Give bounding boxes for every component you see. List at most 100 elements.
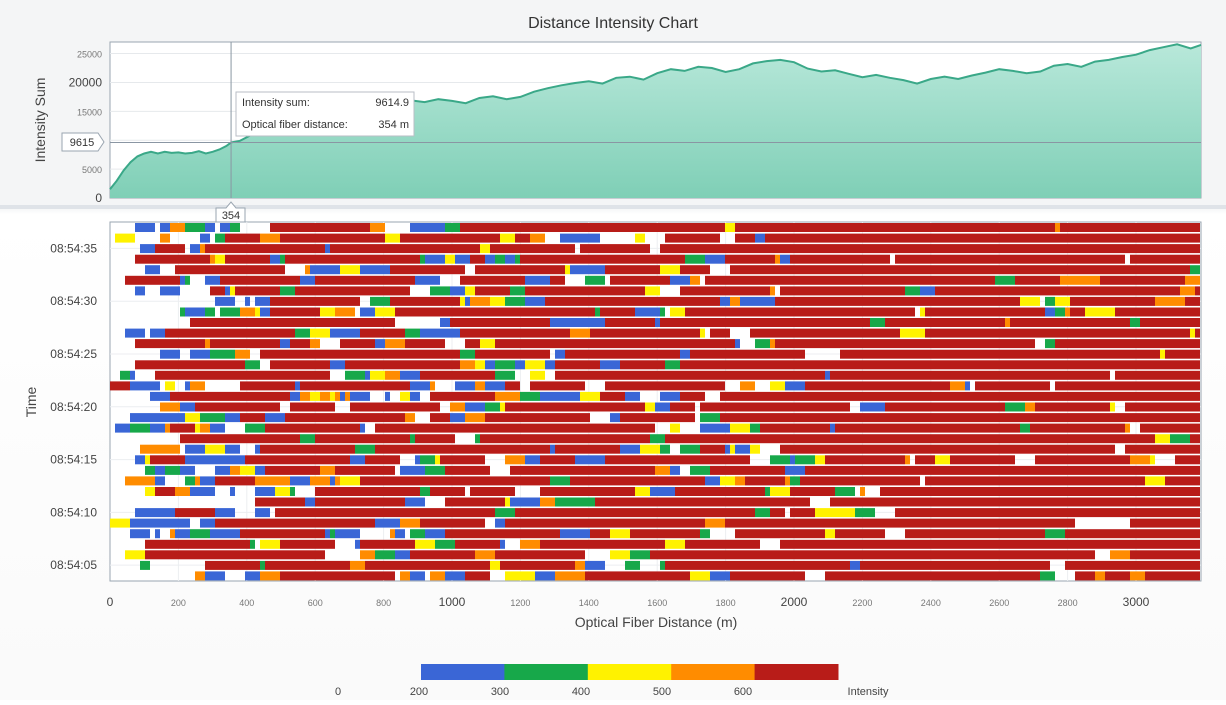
heatmap-x-tick-label: 1800 xyxy=(716,598,736,608)
heatmap-cell xyxy=(655,465,660,475)
heatmap-cell xyxy=(215,349,235,359)
heatmap-cell xyxy=(420,487,430,496)
heatmap-cell xyxy=(760,254,775,264)
heatmap-cell xyxy=(270,307,320,317)
heatmap-cell xyxy=(385,391,390,401)
heatmap-cell xyxy=(735,529,825,539)
heatmap-cell xyxy=(260,233,275,243)
heatmap-cell xyxy=(225,455,235,465)
heatmap-cell xyxy=(700,381,725,391)
heatmap-cell xyxy=(505,497,510,507)
heatmap-cell xyxy=(390,560,490,570)
heatmap-cell xyxy=(1020,423,1030,433)
heatmap-cell xyxy=(520,254,610,264)
heatmap-cell xyxy=(475,360,485,370)
heatmap-cell xyxy=(1115,307,1200,317)
heatmap-cell xyxy=(655,318,660,327)
heatmap-cell xyxy=(480,244,490,254)
heatmap-cell xyxy=(825,529,835,539)
heatmap-cell xyxy=(730,265,830,275)
heatmap-cell xyxy=(855,233,940,243)
heatmap-cell xyxy=(135,455,140,465)
heatmap-cell xyxy=(250,539,255,549)
pane-separator[interactable] xyxy=(0,205,1226,209)
heatmap-cell xyxy=(110,381,130,391)
heatmap-cell xyxy=(165,381,175,391)
heatmap-cell xyxy=(515,254,520,264)
top-y-tick-label: 0 xyxy=(95,191,102,205)
heatmap-cell xyxy=(780,455,790,465)
heatmap-cell xyxy=(770,381,780,391)
heatmap-cell xyxy=(1170,381,1200,391)
heatmap-cell xyxy=(545,296,620,306)
heatmap-cell xyxy=(680,360,780,370)
heatmap-cell xyxy=(410,381,430,391)
heatmap-cell xyxy=(145,265,155,275)
legend-band xyxy=(671,664,756,680)
heatmap-cell xyxy=(1150,455,1155,465)
heatmap-cell xyxy=(670,423,680,433)
heatmap-cell xyxy=(160,508,175,518)
heatmap-cell xyxy=(245,296,250,306)
heatmap-cell xyxy=(1020,296,1040,306)
heatmap-cell xyxy=(485,339,495,349)
heatmap-cell xyxy=(950,254,1060,264)
heatmap-x-tick-label: 1000 xyxy=(439,595,466,609)
heatmap-cell xyxy=(235,455,245,465)
heatmap-cell xyxy=(1125,402,1150,412)
heatmap-cell xyxy=(490,560,500,570)
heatmap-cell xyxy=(1065,307,1070,317)
heatmap-cell xyxy=(185,381,190,391)
heatmap-cell xyxy=(815,508,835,518)
heatmap-cell xyxy=(545,360,555,370)
heatmap-cell xyxy=(300,381,410,391)
heatmap-cell xyxy=(140,455,145,465)
heatmap-cell xyxy=(365,370,370,380)
heatmap-x-tick-label: 1400 xyxy=(579,598,599,608)
intensity-sum-chart: 0500010000150002000025000 Intensity Sum … xyxy=(32,41,1202,205)
heatmap-cell xyxy=(400,529,405,539)
heatmap-cell xyxy=(190,529,210,539)
heatmap-cell xyxy=(665,360,680,370)
heatmap-cell xyxy=(295,381,300,391)
heatmap-cell xyxy=(830,423,835,433)
heatmap-cell xyxy=(460,275,480,285)
heatmap-cell xyxy=(510,465,620,475)
heatmap-cell xyxy=(1010,318,1130,327)
heatmap-cell xyxy=(810,286,905,296)
heatmap-cell xyxy=(690,465,710,475)
heatmap-cell xyxy=(215,508,235,518)
heatmap-cell xyxy=(935,455,950,465)
heatmap-cell xyxy=(330,328,340,338)
heatmap-cell xyxy=(410,550,475,560)
heatmap-cell xyxy=(660,307,665,317)
heatmap-cell xyxy=(875,402,885,412)
heatmap-cell xyxy=(410,529,425,539)
heatmap-cell xyxy=(255,497,305,507)
heatmap-cell xyxy=(345,370,365,380)
heatmap-cell xyxy=(1165,529,1200,539)
heatmap-cell xyxy=(1125,508,1200,518)
heatmap-cell xyxy=(1055,381,1170,391)
heatmap-cell xyxy=(345,508,450,518)
heatmap-cell xyxy=(360,550,375,560)
heatmap-cell xyxy=(780,381,785,391)
heatmap-cell xyxy=(405,413,415,423)
heatmap-cell xyxy=(780,286,810,296)
heatmap-cell xyxy=(200,233,210,243)
top-y-tick-label: 15000 xyxy=(77,107,102,117)
heatmap-cell xyxy=(635,307,655,317)
heatmap-cell xyxy=(220,423,225,433)
heatmap-cell xyxy=(485,413,590,423)
heatmap-cell xyxy=(130,370,135,380)
heatmap-cell xyxy=(290,318,395,327)
heatmap-cell xyxy=(335,465,395,475)
heatmap-cell xyxy=(610,223,725,232)
heatmap-cell xyxy=(570,476,620,486)
heatmap-cell xyxy=(930,223,995,232)
heatmap-cell xyxy=(165,413,185,423)
heatmap-cell xyxy=(225,233,260,243)
heatmap-cell xyxy=(225,444,240,454)
heatmap-cell xyxy=(940,265,1060,275)
heatmap-cell xyxy=(860,560,930,570)
